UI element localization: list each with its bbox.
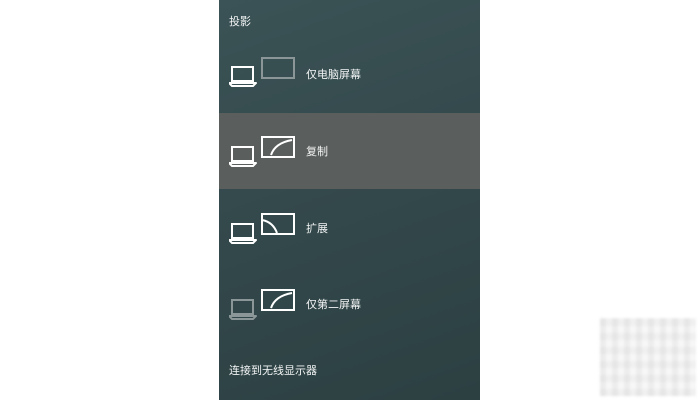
flyout-title: 投影 [229, 15, 251, 28]
option-pc-screen-only[interactable]: 仅电脑屏幕 [219, 36, 480, 112]
option-duplicate[interactable]: 复制 [219, 113, 480, 189]
option-label: 仅电脑屏幕 [306, 68, 361, 81]
option-label: 扩展 [306, 222, 328, 235]
option-extend[interactable]: 扩展 [219, 190, 480, 266]
option-label: 复制 [306, 145, 328, 158]
second-screen-only-icon [229, 289, 295, 320]
duplicate-icon [229, 136, 295, 167]
pc-screen-only-icon [229, 57, 295, 87]
extend-icon [229, 213, 295, 244]
option-label: 仅第二屏幕 [306, 298, 361, 311]
watermark [600, 318, 696, 396]
connect-wireless-display-link[interactable]: 连接到无线显示器 [229, 362, 317, 378]
option-second-screen-only[interactable]: 仅第二屏幕 [219, 266, 480, 342]
project-flyout: 投影 仅电脑屏幕 复制 扩展 仅第二屏幕 连接到无线显示器 [219, 0, 480, 400]
